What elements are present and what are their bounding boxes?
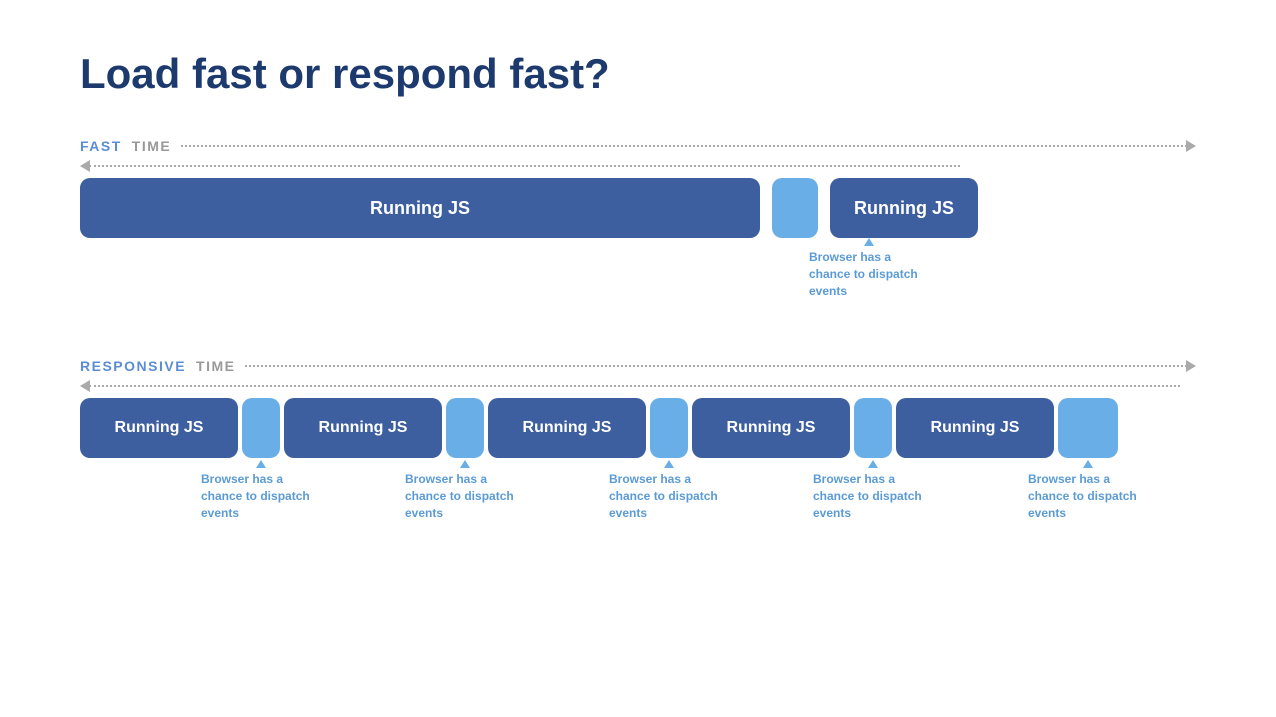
resp-ann-3: Browser has a chance to dispatch events — [650, 460, 688, 521]
fast-label-row: FAST TIME — [80, 138, 1196, 154]
resp-dotted-line — [245, 365, 1187, 367]
resp-ann-text-1: Browser has a chance to dispatch events — [201, 471, 321, 521]
resp-ann-2: Browser has a chance to dispatch events — [446, 460, 484, 521]
resp-js-block-3: Running JS — [488, 398, 646, 458]
fast-dotted-line — [181, 145, 1187, 147]
page-title: Load fast or respond fast? — [80, 50, 1196, 98]
resp-js-block-4: Running JS — [692, 398, 850, 458]
fast-annotation: Browser has a chance to dispatch events — [809, 238, 929, 299]
resp-ann-text-5: Browser has a chance to dispatch events — [1028, 471, 1148, 521]
resp-arrow-head — [1186, 360, 1196, 372]
resp-left-line — [89, 385, 1180, 387]
resp-ann-arrow-4 — [868, 460, 878, 468]
resp-label: RESPONSIVE — [80, 358, 186, 374]
resp-ann-arrow-2 — [460, 460, 470, 468]
resp-ann-text-2: Browser has a chance to dispatch events — [405, 471, 525, 521]
resp-ann-arrow-5 — [1083, 460, 1093, 468]
fast-arrow-head — [1186, 140, 1196, 152]
fast-label: FAST — [80, 138, 122, 154]
resp-gap-1 — [242, 398, 280, 458]
resp-ann-1: Browser has a chance to dispatch events — [242, 460, 280, 521]
fast-section: FAST TIME Running JS Running JS — [80, 138, 1196, 328]
slide: Load fast or respond fast? FAST TIME Run… — [0, 0, 1276, 717]
resp-gap-end — [1058, 398, 1118, 458]
resp-time-label: TIME — [196, 358, 235, 374]
fast-time-arrow — [181, 140, 1196, 152]
fast-running-js-block-1: Running JS — [80, 178, 760, 238]
resp-js-block-2: Running JS — [284, 398, 442, 458]
fast-annotation-area: Browser has a chance to dispatch events — [80, 238, 960, 328]
fast-running-js-block-2: Running JS — [830, 178, 978, 238]
fast-annotation-arrow — [864, 238, 874, 246]
fast-gap-block — [772, 178, 818, 238]
resp-time-arrow — [245, 360, 1196, 372]
resp-ann-text-3: Browser has a chance to dispatch events — [609, 471, 729, 521]
resp-js-block-1: Running JS — [80, 398, 238, 458]
resp-ann-arrow-3 — [664, 460, 674, 468]
fast-left-line — [89, 165, 960, 167]
responsive-section: RESPONSIVE TIME Running JS Running JS — [80, 358, 1196, 521]
resp-blocks-row: Running JS Running JS Running JS Running… — [80, 398, 1196, 458]
fast-annotation-text: Browser has a chance to dispatch events — [809, 249, 929, 299]
resp-label-row: RESPONSIVE TIME — [80, 358, 1196, 374]
fast-blocks-row: Running JS Running JS — [80, 178, 1196, 238]
resp-js-block-5: Running JS — [896, 398, 1054, 458]
fast-time-label: TIME — [132, 138, 171, 154]
resp-ann-5: Browser has a chance to dispatch events — [1058, 460, 1118, 521]
resp-gap-4 — [854, 398, 892, 458]
resp-gap-2 — [446, 398, 484, 458]
resp-ann-text-4: Browser has a chance to dispatch events — [813, 471, 933, 521]
resp-ann-4: Browser has a chance to dispatch events — [854, 460, 892, 521]
resp-ann-arrow-1 — [256, 460, 266, 468]
resp-gap-3 — [650, 398, 688, 458]
resp-annotations-row: Browser has a chance to dispatch events … — [80, 460, 1196, 521]
